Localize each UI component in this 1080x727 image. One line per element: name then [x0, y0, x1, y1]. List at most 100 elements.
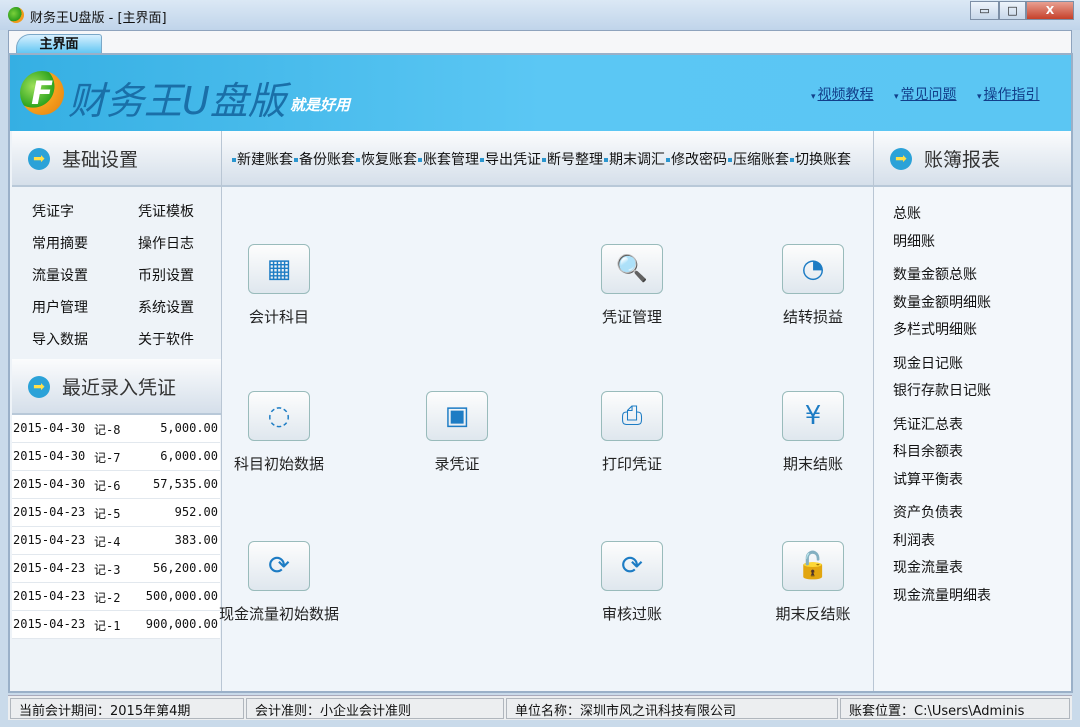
toolbar-item[interactable]: 备份账套: [294, 149, 355, 169]
function-printer[interactable]: ⎙ 打印凭证: [552, 391, 712, 474]
settings-item[interactable]: 凭证字: [32, 201, 74, 221]
reports-header: ➡ 账簿报表: [874, 131, 1071, 187]
function-calendar[interactable]: ▦ 会计科目: [199, 244, 359, 327]
toolbar-item[interactable]: 切换账套: [790, 149, 851, 169]
status-location: 账套位置：C:\Users\Adminis: [840, 698, 1070, 719]
toolbar-item[interactable]: 压缩账套: [728, 149, 789, 169]
function-unlock[interactable]: 🔓 期末反结账: [733, 541, 893, 624]
report-link[interactable]: 数量金额明细账: [893, 292, 991, 312]
laptop-refresh-icon: ⟳: [248, 541, 310, 591]
function-yen-calendar[interactable]: ¥ 期末结账: [733, 391, 893, 474]
settings-item[interactable]: 用户管理: [32, 297, 88, 317]
voucher-number: 记-3: [94, 563, 121, 577]
brand-title: 财务王U盘版: [68, 79, 286, 123]
slogan: 就是好用: [290, 96, 351, 114]
recent-vouchers-header: ➡ 最近录入凭证: [12, 359, 221, 415]
tab-main[interactable]: 主界面: [16, 34, 102, 54]
recent-voucher-row[interactable]: 2015-04-23 记-5 952.00: [12, 499, 220, 527]
function-laptop-refresh[interactable]: ⟳ 现金流量初始数据: [199, 541, 359, 624]
report-link[interactable]: 凭证汇总表: [893, 414, 963, 434]
voucher-date: 2015-04-23: [13, 589, 86, 603]
toolbar: 新建账套 备份账套 恢复账套 账套管理 导出凭证 断号整理 期末调汇 修改密码 压缩账套 切换账套: [222, 131, 873, 187]
report-link[interactable]: 数量金额总账: [893, 264, 977, 284]
settings-item[interactable]: 关于软件: [138, 329, 194, 349]
wallet-icon: ▣: [426, 391, 488, 441]
function-label: 打印凭证: [601, 455, 662, 473]
recent-voucher-row[interactable]: 2015-04-30 记-7 6,000.00: [12, 443, 220, 471]
app-icon: [8, 7, 24, 23]
function-label: 结转损益: [782, 308, 843, 326]
report-link[interactable]: 现金流量表: [893, 557, 963, 577]
recent-voucher-row[interactable]: 2015-04-23 记-1 900,000.00: [12, 611, 220, 639]
voucher-number: 记-4: [94, 535, 121, 549]
function-calendar-refresh[interactable]: ⟳ 审核过账: [552, 541, 712, 624]
toolbar-item[interactable]: 新建账套: [232, 149, 293, 169]
status-standard: 会计准则：小企业会计准则: [246, 698, 504, 719]
function-label: 录凭证: [434, 455, 480, 473]
toolbar-item[interactable]: 账套管理: [418, 149, 479, 169]
recent-voucher-row[interactable]: 2015-04-23 记-3 56,200.00: [12, 555, 220, 583]
recent-vouchers-title: 最近录入凭证: [62, 377, 177, 399]
maximize-button[interactable]: □: [999, 1, 1026, 20]
report-link[interactable]: 总账: [893, 203, 921, 223]
settings-item[interactable]: 币别设置: [138, 265, 194, 285]
settings-item[interactable]: 导入数据: [32, 329, 88, 349]
monitor-icon: ◌: [248, 391, 310, 441]
function-monitor[interactable]: ◌ 科目初始数据: [199, 391, 359, 474]
toolbar-item[interactable]: 恢复账套: [356, 149, 417, 169]
recent-voucher-row[interactable]: 2015-04-30 记-8 5,000.00: [12, 415, 220, 443]
basic-settings-header: ➡ 基础设置: [12, 131, 221, 187]
function-label: 期末结账: [782, 455, 843, 473]
yen-calendar-icon: ¥: [782, 391, 844, 441]
left-panel: ➡ 基础设置 凭证字 凭证模板常用摘要 操作日志流量设置 币别设置用户管理 系统设置导入…: [12, 131, 222, 691]
voucher-number: 记-7: [94, 451, 121, 465]
toolbar-item[interactable]: 修改密码: [666, 149, 727, 169]
arrow-right-icon: ➡: [28, 376, 50, 398]
arrow-right-icon: ➡: [28, 148, 50, 170]
voucher-date: 2015-04-23: [13, 533, 86, 547]
calendar-icon: ▦: [248, 244, 310, 294]
close-button[interactable]: X: [1026, 1, 1074, 20]
settings-item[interactable]: 流量设置: [32, 265, 88, 285]
recent-voucher-row[interactable]: 2015-04-23 记-4 383.00: [12, 527, 220, 555]
settings-item[interactable]: 凭证模板: [138, 201, 194, 221]
function-pie-chart[interactable]: ◔ 结转损益: [733, 244, 893, 327]
settings-item[interactable]: 系统设置: [138, 297, 194, 317]
minimize-button[interactable]: ▭: [970, 1, 999, 20]
basic-settings-title: 基础设置: [62, 149, 139, 171]
toolbar-item[interactable]: 导出凭证: [480, 149, 541, 169]
report-link[interactable]: 明细账: [893, 231, 935, 251]
report-link[interactable]: 资产负债表: [893, 502, 963, 522]
report-link[interactable]: 银行存款日记账: [893, 380, 991, 400]
report-link[interactable]: 试算平衡表: [893, 469, 963, 489]
voucher-number: 记-8: [94, 423, 121, 437]
right-panel: ➡ 账簿报表 总账明细账数量金额总账 数量金额明细账 多栏式明细账 现金日记账银行存款…: [873, 131, 1071, 691]
voucher-date: 2015-04-30: [13, 421, 86, 435]
voucher-number: 记-2: [94, 591, 121, 605]
report-link[interactable]: 利润表: [893, 530, 935, 550]
function-wallet[interactable]: ▣ 录凭证: [377, 391, 537, 474]
settings-item[interactable]: 常用摘要: [32, 233, 88, 253]
link-faq[interactable]: 常见问题: [894, 84, 957, 104]
voucher-date: 2015-04-30: [13, 449, 86, 463]
reports-title: 账簿报表: [924, 149, 1001, 171]
settings-item[interactable]: 操作日志: [138, 233, 194, 253]
report-link[interactable]: 多栏式明细账: [893, 319, 977, 339]
recent-voucher-row[interactable]: 2015-04-23 记-2 500,000.00: [12, 583, 220, 611]
center-panel: 新建账套 备份账套 恢复账套 账套管理 导出凭证 断号整理 期末调汇 修改密码 压缩账套 切换账套…: [219, 131, 873, 691]
voucher-date: 2015-04-23: [13, 505, 86, 519]
link-guide[interactable]: 操作指引: [977, 84, 1040, 104]
logo-icon: F: [20, 71, 64, 115]
unlock-icon: 🔓: [782, 541, 844, 591]
toolbar-item[interactable]: 断号整理: [542, 149, 603, 169]
report-link[interactable]: 现金流量明细表: [893, 585, 991, 605]
arrow-right-icon: ➡: [890, 148, 912, 170]
recent-voucher-row[interactable]: 2015-04-30 记-6 57,535.00: [12, 471, 220, 499]
voucher-date: 2015-04-30: [13, 477, 86, 491]
toolbar-item[interactable]: 期末调汇: [604, 149, 665, 169]
report-link[interactable]: 现金日记账: [893, 353, 963, 373]
report-link[interactable]: 科目余额表: [893, 441, 963, 461]
link-video-tutorial[interactable]: 视频教程: [811, 84, 874, 104]
function-voucher-search[interactable]: 🔍 凭证管理: [552, 244, 712, 327]
voucher-date: 2015-04-23: [13, 617, 86, 631]
